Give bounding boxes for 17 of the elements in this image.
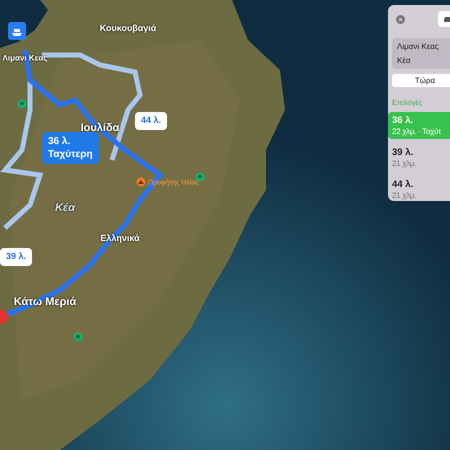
destination-text: Κέα bbox=[397, 56, 412, 65]
ship-pin-icon bbox=[8, 22, 26, 40]
route-time-label[interactable]: 39 λ. bbox=[0, 248, 32, 266]
place-label: Κέα bbox=[54, 202, 76, 214]
route-time-label[interactable]: 36 λ. Ταχύτερη bbox=[42, 132, 99, 164]
close-icon[interactable] bbox=[396, 14, 405, 24]
route-option[interactable]: 39 λ. 21 χλμ. bbox=[388, 144, 450, 171]
car-icon bbox=[443, 15, 450, 23]
route-option[interactable]: 44 λ. 21 χλμ. bbox=[388, 176, 450, 203]
place-label: Κουκουβαγιά bbox=[100, 23, 156, 33]
departure-time-button[interactable]: Τώρα bbox=[392, 74, 450, 87]
route-time-label[interactable]: 44 λ. bbox=[135, 112, 168, 130]
route-fields[interactable]: Λιμανι Κεας Κέα bbox=[392, 38, 450, 69]
park-pin-icon bbox=[17, 99, 27, 109]
mountain-pin-icon bbox=[136, 177, 146, 187]
park-pin-icon bbox=[73, 332, 83, 342]
origin-text: Λιμανι Κεας bbox=[397, 42, 440, 51]
